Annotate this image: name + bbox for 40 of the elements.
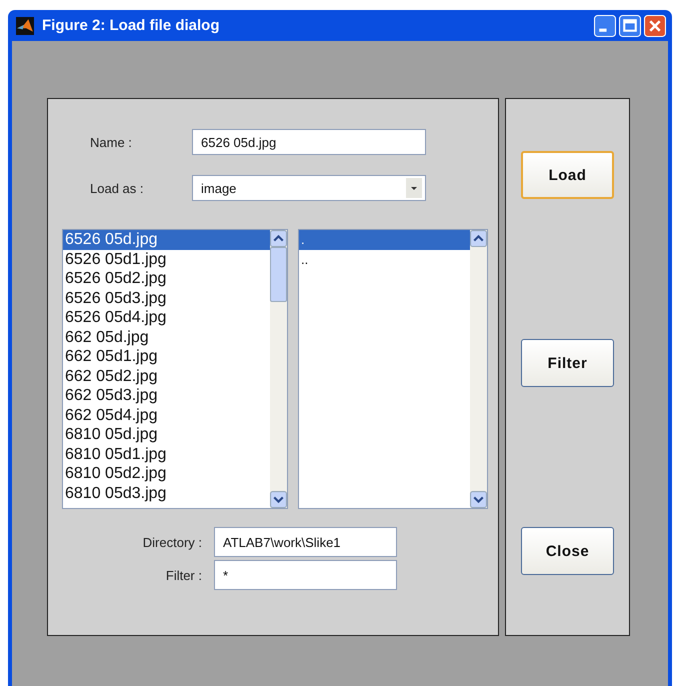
- scroll-down-icon[interactable]: [470, 491, 487, 508]
- file-list-item[interactable]: 662 05d2.jpg: [63, 366, 270, 386]
- scroll-down-icon[interactable]: [270, 491, 287, 508]
- directory-field[interactable]: ATLAB7\work\Slike1: [214, 527, 397, 557]
- folder-list-item[interactable]: .: [299, 230, 470, 250]
- directory-label: Directory :: [142, 534, 203, 550]
- scrollbar[interactable]: [470, 230, 487, 508]
- file-list-item[interactable]: 6810 05d1.jpg: [63, 444, 270, 464]
- name-label: Name :: [89, 134, 133, 150]
- load-button[interactable]: Load: [521, 151, 614, 199]
- folder-list-item[interactable]: ..: [299, 250, 470, 269]
- close-button[interactable]: Close: [521, 527, 614, 575]
- scrollbar[interactable]: [270, 230, 287, 508]
- file-list-item[interactable]: 6526 05d4.jpg: [63, 308, 270, 328]
- scrollbar-thumb[interactable]: [270, 247, 287, 302]
- close-button[interactable]: [644, 14, 666, 36]
- file-list-item[interactable]: 6526 05d3.jpg: [63, 288, 270, 308]
- minimize-button[interactable]: [594, 14, 616, 36]
- scroll-up-icon[interactable]: [470, 230, 487, 247]
- name-field[interactable]: 6526 05d.jpg: [192, 129, 426, 155]
- file-list-item[interactable]: 6526 05d2.jpg: [63, 269, 270, 288]
- file-list-item[interactable]: 662 05d3.jpg: [63, 386, 270, 406]
- dropdown-caret-icon: [406, 178, 422, 198]
- load-as-label: Load as :: [89, 180, 144, 196]
- file-list-item[interactable]: 6810 05d2.jpg: [63, 464, 270, 484]
- filter-field[interactable]: *: [214, 560, 397, 590]
- file-list-item[interactable]: 662 05d.jpg: [63, 328, 270, 347]
- file-list-item[interactable]: 662 05d1.jpg: [63, 347, 270, 366]
- filter-button[interactable]: Filter: [521, 339, 614, 387]
- file-list-item[interactable]: 6810 05d.jpg: [63, 425, 270, 444]
- app-icon: [16, 16, 34, 34]
- file-list-item[interactable]: 662 05d4.jpg: [63, 406, 270, 425]
- window-title: Figure 2: Load file dialog: [42, 17, 221, 34]
- scroll-up-icon[interactable]: [270, 230, 287, 247]
- load-as-dropdown[interactable]: image: [192, 175, 426, 201]
- filter-label: Filter :: [164, 568, 203, 582]
- file-list-item[interactable]: 6526 05d.jpg: [63, 230, 270, 250]
- file-list-item[interactable]: 6526 05d1.jpg: [63, 250, 270, 269]
- maximize-button[interactable]: [619, 14, 641, 36]
- file-list-item[interactable]: 6810 05d3.jpg: [63, 484, 270, 503]
